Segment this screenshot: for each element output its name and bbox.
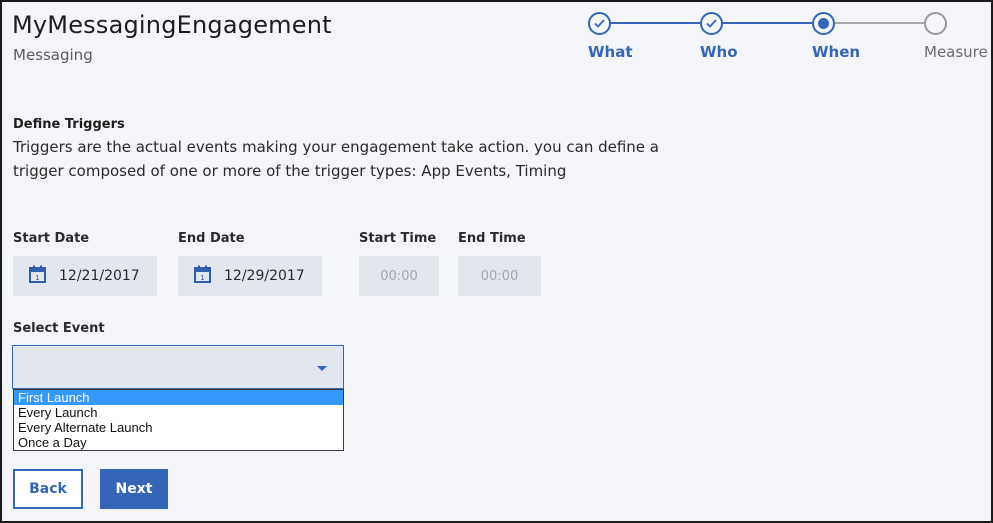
progress-stepper: What Who When Measure xyxy=(2,2,993,72)
step-when-current-icon[interactable] xyxy=(812,12,835,35)
option-every-launch[interactable]: Every Launch xyxy=(14,405,343,420)
step-measure-pending-icon[interactable] xyxy=(924,12,947,35)
end-time-field[interactable]: 00:00 xyxy=(458,256,541,296)
step-who-check-icon[interactable] xyxy=(700,12,723,35)
start-date-value[interactable]: 12/21/2017 xyxy=(59,268,140,284)
start-time-field[interactable]: 00:00 xyxy=(359,256,439,296)
start-date-label: Start Date xyxy=(13,231,90,246)
step-connector xyxy=(722,22,812,24)
start-date-field[interactable]: 1 12/21/2017 xyxy=(13,256,157,296)
section-heading: Define Triggers xyxy=(13,117,125,132)
svg-text:1: 1 xyxy=(200,274,204,282)
select-event-label: Select Event xyxy=(13,321,105,336)
caret-down-icon[interactable] xyxy=(317,366,327,371)
step-label-when[interactable]: When xyxy=(812,43,860,61)
svg-text:1: 1 xyxy=(35,274,39,282)
step-connector xyxy=(834,22,924,24)
section-description: Triggers are the actual events making yo… xyxy=(13,138,659,180)
step-label-measure[interactable]: Measure xyxy=(924,43,988,61)
option-first-launch[interactable]: First Launch xyxy=(14,390,343,405)
select-event-options: First Launch Every Launch Every Alternat… xyxy=(13,389,344,451)
next-button[interactable]: Next xyxy=(100,469,168,509)
step-label-what[interactable]: What xyxy=(588,43,633,61)
back-button[interactable]: Back xyxy=(13,469,83,509)
step-label-who[interactable]: Who xyxy=(700,43,738,61)
select-event-dropdown[interactable] xyxy=(12,345,344,389)
app-frame: MyMessagingEngagement Messaging What Who… xyxy=(0,0,993,523)
calendar-icon[interactable]: 1 xyxy=(194,265,211,287)
end-date-label: End Date xyxy=(178,231,245,246)
end-date-value[interactable]: 12/29/2017 xyxy=(224,268,305,284)
step-connector xyxy=(610,22,700,24)
start-time-label: Start Time xyxy=(359,231,437,246)
option-every-alternate-launch[interactable]: Every Alternate Launch xyxy=(14,420,343,435)
calendar-icon[interactable]: 1 xyxy=(29,265,46,287)
step-what-check-icon[interactable] xyxy=(588,12,611,35)
option-once-a-day[interactable]: Once a Day xyxy=(14,435,343,450)
end-date-field[interactable]: 1 12/29/2017 xyxy=(178,256,322,296)
end-time-label: End Time xyxy=(458,231,526,246)
